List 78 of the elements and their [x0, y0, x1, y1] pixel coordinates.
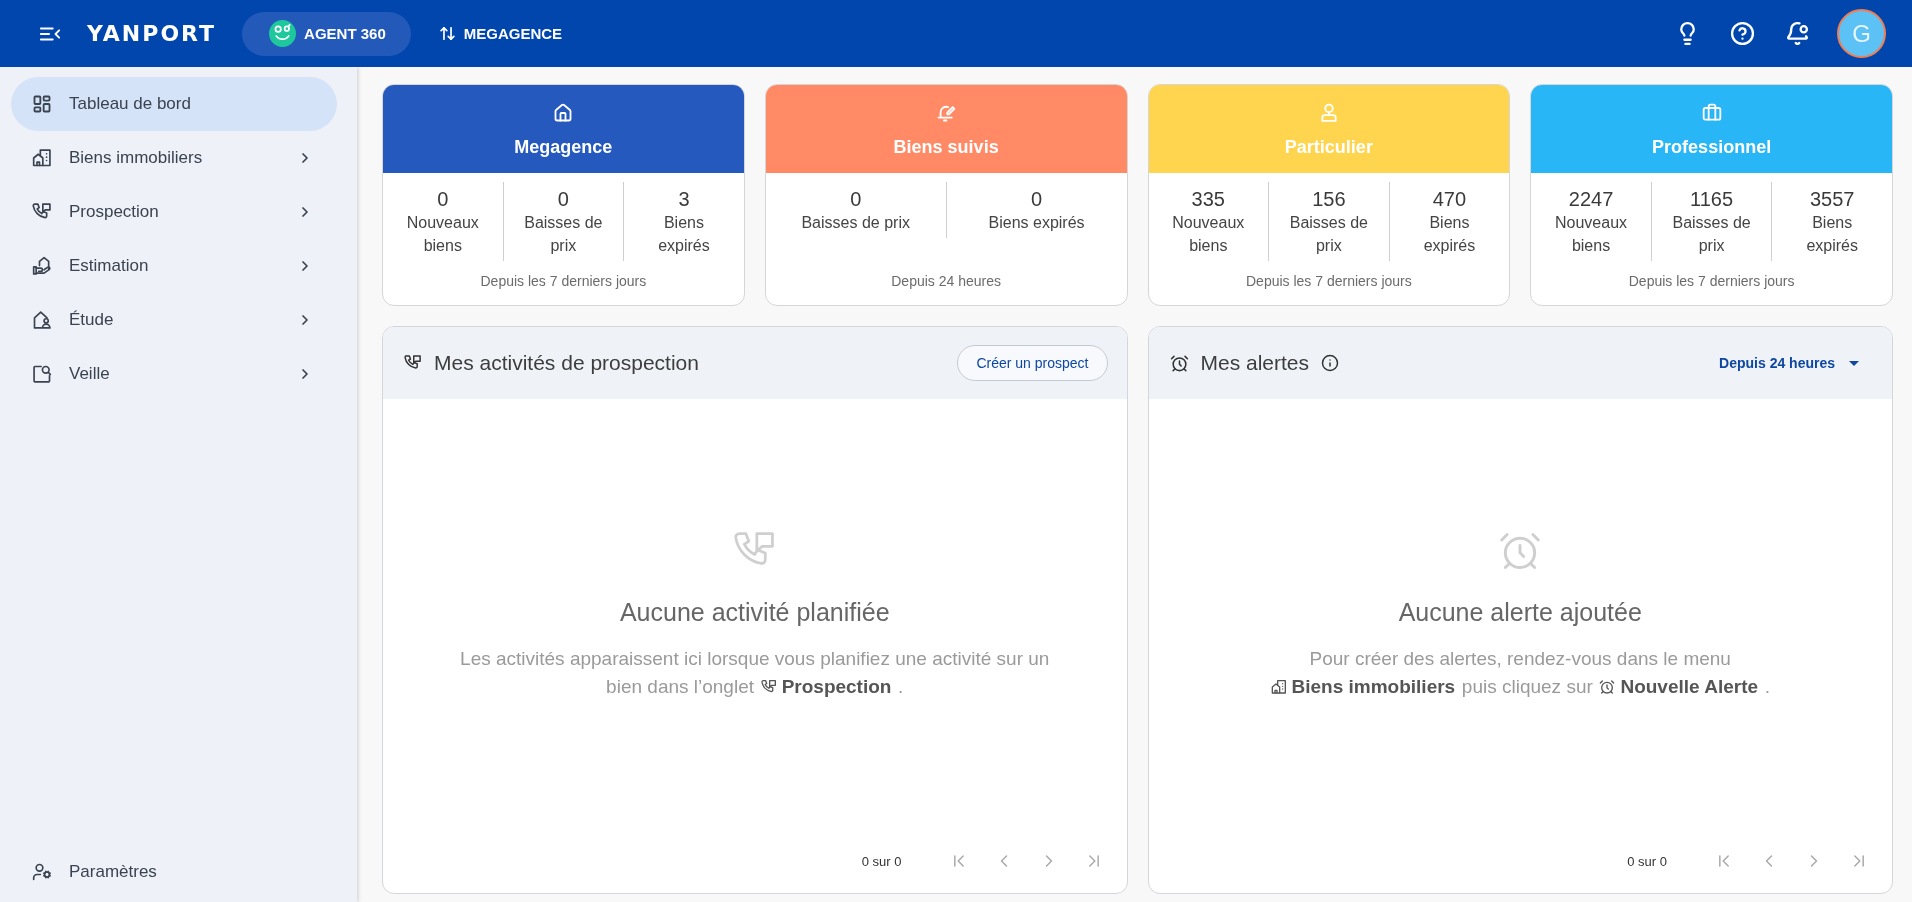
period-text: Depuis les 7 derniers jours	[480, 273, 647, 289]
card-title: Particulier	[1284, 136, 1373, 158]
stat-value: 335	[1191, 187, 1225, 211]
sidebar-item[interactable]: Étude	[11, 293, 337, 347]
product-button[interactable]: AGENT 360	[242, 11, 411, 56]
swap-arrows-icon	[438, 25, 456, 42]
stat-label: Biens expirés	[988, 213, 1085, 233]
stat-label: Baisses de prix	[523, 213, 604, 256]
stat-value: 470	[1432, 187, 1467, 211]
alarm-clock-icon	[1169, 353, 1189, 373]
stat-label: Nouveaux biens	[405, 213, 480, 256]
card-title: Megagence	[514, 136, 613, 158]
briefcase-icon	[1701, 103, 1722, 123]
empty-state-title: Aucune activité planifiée	[619, 597, 890, 627]
sidebar-item[interactable]: Estimation	[11, 239, 337, 293]
logo: YANPORT	[87, 20, 217, 47]
agent-logo-icon	[269, 20, 297, 47]
empty-state-text: Les activités apparaissent ici lorsque vous planifiez une activité sur un	[460, 648, 1050, 669]
stat-label: Nouveaux biens	[1554, 213, 1629, 256]
empty-state-text: .	[1764, 676, 1770, 697]
stat-value: 0	[437, 187, 449, 211]
card-title: Professionnel	[1652, 136, 1772, 158]
stat-value: 1165	[1690, 187, 1734, 211]
bell-dot-icon	[1784, 21, 1810, 46]
period-dropdown[interactable]: Depuis 24 heures	[1709, 345, 1873, 381]
alarm-clock-icon	[1599, 679, 1616, 695]
stat-label: Baisses de prix	[1288, 213, 1369, 256]
frame-search-icon	[32, 364, 52, 384]
sidebar-item[interactable]: Paramètres	[11, 845, 337, 899]
empty-state-text: Pour créer des alertes, rendez-vous dans le menu	[1309, 648, 1731, 669]
empty-state-title: Aucune alerte ajoutée	[1398, 597, 1642, 627]
dashboard-icon	[32, 94, 52, 114]
stat-label: Biens expirés	[657, 213, 711, 256]
empty-state-text: puis cliquez sur	[1461, 676, 1593, 697]
house-person-icon	[32, 310, 52, 330]
sidebar-item[interactable]: Prospection	[11, 185, 337, 239]
house-building-icon	[32, 148, 52, 168]
stat-value: 0	[557, 187, 569, 211]
caret-down-icon	[1849, 360, 1859, 366]
period-text: Depuis les 7 derniers jours	[1628, 273, 1795, 289]
info-icon	[1321, 354, 1340, 372]
stat-label: Biens expirés	[1805, 213, 1859, 256]
sidebar-item[interactable]: Tableau de bord	[11, 77, 337, 131]
period-text: Depuis les 7 derniers jours	[1246, 273, 1412, 289]
card-title: Biens suivis	[893, 136, 999, 158]
panel-title: Mes activités de prospection	[434, 351, 699, 375]
hand-house-icon	[32, 256, 52, 276]
create-button[interactable]: Créer un prospect	[957, 345, 1108, 381]
house-icon	[553, 103, 574, 123]
phone-message-icon	[404, 354, 422, 372]
user-settings-icon	[32, 862, 52, 882]
page-count: 0 sur 0	[1627, 853, 1667, 869]
inline-link[interactable]: Nouvelle Alerte	[1599, 676, 1759, 697]
switch-button[interactable]: MEGAGENCE	[432, 13, 569, 54]
stat-label: Nouveaux biens	[1171, 213, 1246, 256]
empty-state-text: .	[898, 676, 904, 697]
page-count: 0 sur 0	[861, 853, 902, 869]
stat-value: 0	[850, 187, 862, 211]
sidebar-item[interactable]: Veille	[11, 347, 337, 401]
stat-value: 3557	[1809, 187, 1855, 211]
inline-link[interactable]: Prospection	[760, 676, 892, 697]
person-icon	[1318, 103, 1339, 123]
sidebar-item[interactable]: Biens immobiliers	[11, 131, 337, 185]
stat-label: Baisses de prix	[1671, 213, 1752, 256]
stat-value: 2247	[1568, 187, 1614, 211]
stat-label: Baisses de prix	[801, 213, 910, 233]
period-text: Depuis 24 heures	[891, 273, 1001, 289]
panel-title: Mes alertes	[1200, 351, 1310, 375]
stat-value: 3	[678, 187, 690, 211]
empty-state-text: bien dans l’onglet	[606, 676, 754, 697]
stat-value: 156	[1312, 187, 1346, 211]
stat-label: Biens expirés	[1422, 213, 1477, 256]
inline-link[interactable]: Biens immobiliers	[1270, 676, 1456, 697]
house-building-icon	[1270, 679, 1287, 695]
bell-pencil-icon	[936, 103, 957, 123]
phone-message-icon	[760, 679, 777, 695]
stat-value: 0	[1031, 187, 1043, 211]
help-icon	[1729, 21, 1755, 46]
